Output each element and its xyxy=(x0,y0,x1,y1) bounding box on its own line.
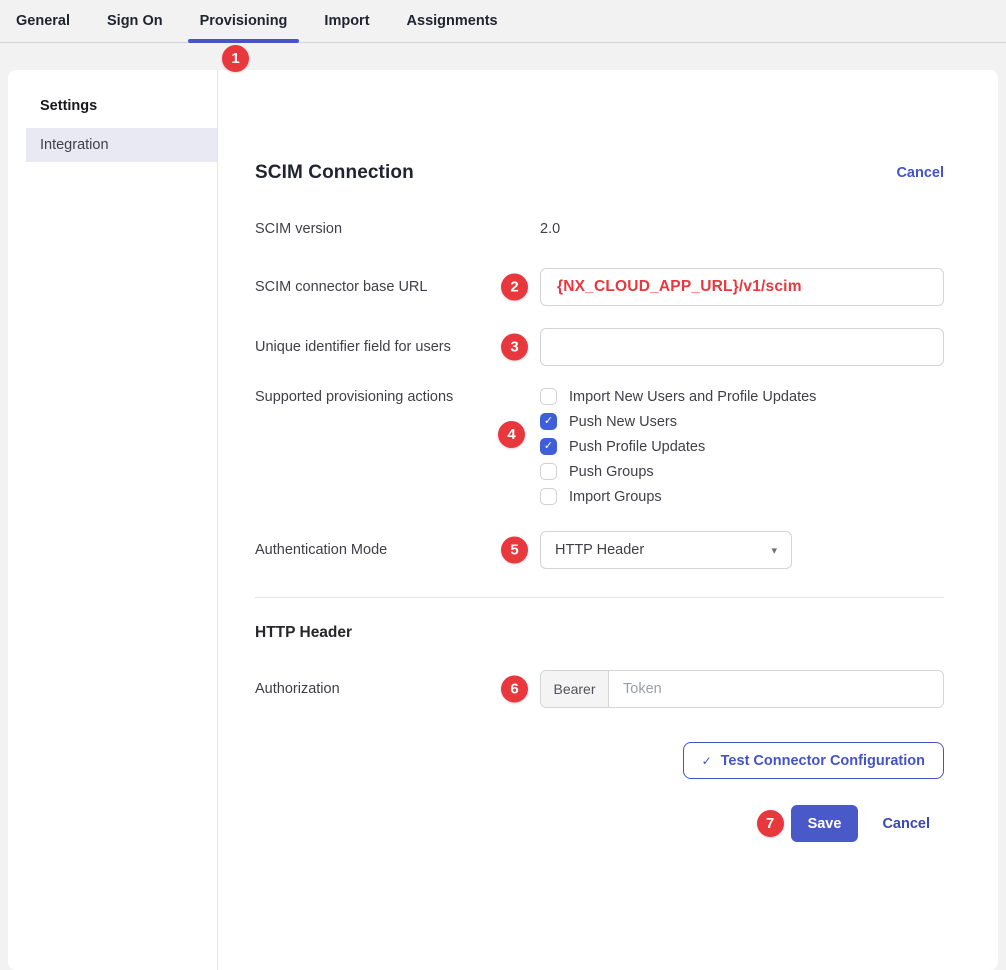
scim-version-label: SCIM version xyxy=(255,221,540,237)
sidebar-header-settings: Settings xyxy=(8,98,217,114)
test-connector-label: Test Connector Configuration xyxy=(721,753,925,769)
unique-identifier-label: Unique identifier field for users xyxy=(255,339,540,355)
check-icon: ✓ xyxy=(702,754,712,768)
settings-card: Settings Integration SCIM Connection Can… xyxy=(8,70,998,970)
base-url-input[interactable] xyxy=(540,268,944,306)
field-authorization: Authorization 6 Bearer xyxy=(255,670,944,708)
tab-general[interactable]: General xyxy=(16,0,70,43)
checkbox-push-profile-updates[interactable]: Push Profile Updates xyxy=(540,438,944,455)
checkbox-push-new-users[interactable]: Push New Users xyxy=(540,413,944,430)
checkbox-label: Import Groups xyxy=(569,489,662,505)
step-badge-6: 6 xyxy=(501,676,528,703)
bearer-prefix: Bearer xyxy=(541,671,609,707)
tab-provisioning[interactable]: Provisioning xyxy=(200,0,288,43)
settings-sidebar: Settings Integration xyxy=(8,70,218,970)
checkbox-box[interactable] xyxy=(540,438,557,455)
auth-mode-label: Authentication Mode xyxy=(255,542,540,558)
cancel-link-top[interactable]: Cancel xyxy=(896,165,944,181)
tab-sign-on[interactable]: Sign On xyxy=(107,0,163,43)
step-badge-5: 5 xyxy=(501,537,528,564)
checkbox-label: Push Profile Updates xyxy=(569,439,705,455)
field-scim-version: SCIM version 2.0 xyxy=(255,220,944,238)
tab-assignments[interactable]: Assignments xyxy=(407,0,498,43)
checkbox-label: Push New Users xyxy=(569,414,677,430)
checkbox-import-new-users-profile-updates[interactable]: Import New Users and Profile Updates xyxy=(540,388,944,405)
field-base-url: SCIM connector base URL 2 xyxy=(255,268,944,306)
field-auth-mode: Authentication Mode 5 HTTP Header ▾ xyxy=(255,531,944,569)
step-badge-4: 4 xyxy=(498,421,525,448)
provisioning-actions-label: Supported provisioning actions xyxy=(255,388,540,405)
field-provisioning-actions: Supported provisioning actions 4 Import … xyxy=(255,388,944,505)
checkbox-label: Import New Users and Profile Updates xyxy=(569,389,816,405)
step-badge-1: 1 xyxy=(222,45,249,72)
scim-connection-panel: SCIM Connection Cancel SCIM version 2.0 … xyxy=(218,70,998,970)
http-header-section-title: HTTP Header xyxy=(255,624,944,642)
page-title: SCIM Connection xyxy=(255,162,414,184)
token-input[interactable] xyxy=(609,671,943,707)
step-badge-3: 3 xyxy=(501,334,528,361)
test-connector-configuration-button[interactable]: ✓ Test Connector Configuration xyxy=(683,742,944,779)
tab-import[interactable]: Import xyxy=(324,0,369,43)
checkbox-box[interactable] xyxy=(540,388,557,405)
checkbox-box[interactable] xyxy=(540,463,557,480)
field-unique-identifier: Unique identifier field for users 3 xyxy=(255,328,944,366)
sidebar-item-integration[interactable]: Integration xyxy=(26,128,217,162)
step-badge-2: 2 xyxy=(501,274,528,301)
cancel-link-bottom[interactable]: Cancel xyxy=(882,816,930,832)
checkbox-box[interactable] xyxy=(540,413,557,430)
checkbox-label: Push Groups xyxy=(569,464,654,480)
checkbox-import-groups[interactable]: Import Groups xyxy=(540,488,944,505)
auth-mode-selected-value: HTTP Header xyxy=(555,542,644,558)
checkbox-push-groups[interactable]: Push Groups xyxy=(540,463,944,480)
unique-identifier-input[interactable] xyxy=(540,328,944,366)
base-url-label: SCIM connector base URL xyxy=(255,279,540,295)
scim-version-value: 2.0 xyxy=(540,221,560,237)
app-tab-bar: General Sign On Provisioning Import Assi… xyxy=(0,0,1006,43)
checkbox-box[interactable] xyxy=(540,488,557,505)
step-badge-7: 7 xyxy=(757,810,784,837)
save-button[interactable]: Save xyxy=(791,805,859,842)
provisioning-actions-list: 4 Import New Users and Profile Updates P… xyxy=(540,388,944,505)
authorization-input-group: Bearer xyxy=(540,670,944,708)
authorization-label: Authorization xyxy=(255,681,540,697)
auth-mode-select[interactable]: HTTP Header ▾ xyxy=(540,531,792,569)
chevron-down-icon: ▾ xyxy=(771,544,777,557)
section-divider xyxy=(255,597,944,598)
